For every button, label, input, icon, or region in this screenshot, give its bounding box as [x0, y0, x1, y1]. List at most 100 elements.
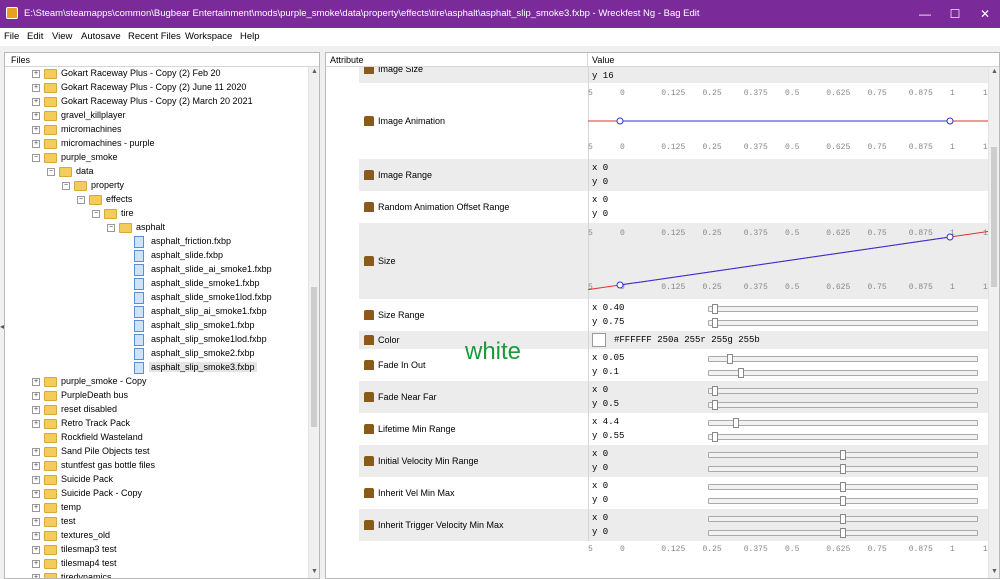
tree-folder[interactable]: + test — [32, 515, 302, 529]
y-slider[interactable] — [708, 432, 978, 442]
tree-folder[interactable]: − purple_smoke — [32, 151, 302, 165]
scroll-up-icon[interactable]: ▲ — [991, 68, 998, 75]
collapse-icon[interactable]: − — [77, 196, 85, 204]
expand-icon[interactable]: + — [32, 574, 40, 578]
tree-file[interactable]: asphalt_slip_smoke1.fxbp — [122, 319, 302, 333]
expand-icon[interactable]: + — [32, 476, 40, 484]
tree-folder[interactable]: + stuntfest gas bottle files — [32, 459, 302, 473]
collapse-icon[interactable]: − — [92, 210, 100, 218]
collapse-icon[interactable]: − — [62, 182, 70, 190]
x-value[interactable]: x 0 — [592, 163, 608, 173]
minimize-button[interactable]: — — [910, 4, 940, 24]
tree-file[interactable]: asphalt_slide_ai_smoke1.fxbp — [122, 263, 302, 277]
expand-icon[interactable]: + — [32, 546, 40, 554]
tree-folder[interactable]: + Gokart Raceway Plus - Copy (2) June 11 … — [32, 81, 302, 95]
slider-knob[interactable] — [737, 368, 744, 378]
slider-knob[interactable] — [840, 496, 846, 506]
tree-file[interactable]: asphalt_slide.fxbp — [122, 249, 302, 263]
menu-view[interactable]: View — [52, 31, 72, 42]
tree-folder[interactable]: + Sand Pile Objects test — [32, 445, 302, 459]
tree-folder[interactable]: + Gokart Raceway Plus - Copy (2) March 20… — [32, 95, 302, 109]
x-value[interactable]: x 0 — [592, 385, 608, 395]
expand-icon[interactable]: + — [32, 518, 40, 526]
close-button[interactable]: ✕ — [970, 4, 1000, 24]
tree-folder[interactable]: + reset disabled — [32, 403, 302, 417]
tree-folder[interactable]: + tiredynamics — [32, 571, 302, 578]
x-slider[interactable] — [708, 514, 978, 524]
expand-icon[interactable]: + — [32, 462, 40, 470]
slider-knob[interactable] — [711, 318, 718, 328]
x-value[interactable]: x 0 — [592, 481, 608, 491]
x-slider[interactable] — [708, 304, 978, 314]
slider-knob[interactable] — [711, 400, 718, 410]
y-value[interactable]: y 0.5 — [592, 399, 619, 409]
curve-editor[interactable] — [588, 223, 988, 299]
y-value[interactable]: y 0 — [592, 177, 608, 187]
menu-edit[interactable]: Edit — [27, 31, 43, 42]
y-value[interactable]: y 16 — [592, 71, 614, 81]
collapse-icon[interactable]: − — [107, 224, 115, 232]
tree-folder[interactable]: + Suicide Pack - Copy — [32, 487, 302, 501]
slider-knob[interactable] — [711, 386, 718, 396]
tree-folder[interactable]: + micromachines - purple — [32, 137, 302, 151]
expand-icon[interactable]: + — [32, 378, 40, 386]
curve-control-point[interactable] — [946, 233, 954, 241]
expand-icon[interactable]: + — [32, 98, 40, 106]
slider-knob[interactable] — [711, 432, 718, 442]
slider-knob[interactable] — [840, 482, 846, 492]
menu-help[interactable]: Help — [240, 31, 260, 42]
tree-file[interactable]: asphalt_slide_smoke1lod.fxbp — [122, 291, 302, 305]
tree-file[interactable]: asphalt_slip_ai_smoke1.fxbp — [122, 305, 302, 319]
tree-folder[interactable]: − data — [47, 165, 302, 179]
tree-folder[interactable]: − property — [62, 179, 302, 193]
y-value[interactable]: y 0.75 — [592, 317, 624, 327]
tree-folder[interactable]: + PurpleDeath bus — [32, 389, 302, 403]
curve-editor[interactable] — [588, 83, 988, 159]
tree-folder[interactable]: − asphalt — [107, 221, 302, 235]
expand-icon[interactable]: + — [32, 560, 40, 568]
expand-icon[interactable]: + — [32, 490, 40, 498]
collapse-icon[interactable]: − — [47, 168, 55, 176]
y-value[interactable]: y 0 — [592, 209, 608, 219]
slider-knob[interactable] — [727, 354, 734, 364]
tree-file[interactable]: asphalt_slide_smoke1.fxbp — [122, 277, 302, 291]
expand-icon[interactable]: + — [32, 84, 40, 92]
tree-folder[interactable]: + tilesmap3 test — [32, 543, 302, 557]
files-scrollbar[interactable]: ▲ ▼ — [308, 67, 319, 578]
y-value[interactable]: y 0.55 — [592, 431, 624, 441]
slider-knob[interactable] — [732, 418, 739, 428]
y-value[interactable]: y 0 — [592, 463, 608, 473]
color-swatch[interactable] — [592, 333, 606, 347]
x-slider[interactable] — [708, 450, 978, 460]
slider-knob[interactable] — [840, 528, 846, 538]
tree-folder[interactable]: − tire — [92, 207, 302, 221]
tree-folder[interactable]: + micromachines — [32, 123, 302, 137]
menu-workspace[interactable]: Workspace — [185, 31, 232, 42]
curve-control-point[interactable] — [946, 117, 954, 125]
scroll-up-icon[interactable]: ▲ — [311, 68, 318, 75]
tree-file[interactable]: asphalt_slip_smoke3.fxbp — [122, 361, 302, 375]
expand-icon[interactable]: + — [32, 70, 40, 78]
x-value[interactable]: x 0 — [592, 195, 608, 205]
tree-folder[interactable]: + Suicide Pack — [32, 473, 302, 487]
expand-icon[interactable]: + — [32, 448, 40, 456]
tree-folder[interactable]: + Gokart Raceway Plus - Copy (2) Feb 20 — [32, 67, 302, 81]
tree-file[interactable]: asphalt_slip_smoke1lod.fxbp — [122, 333, 302, 347]
scroll-thumb[interactable] — [991, 147, 997, 287]
tree-folder[interactable]: + tilesmap4 test — [32, 557, 302, 571]
y-slider[interactable] — [708, 464, 978, 474]
expand-icon[interactable]: + — [32, 112, 40, 120]
y-slider[interactable] — [708, 400, 978, 410]
tree-folder[interactable]: + temp — [32, 501, 302, 515]
properties-scrollbar[interactable]: ▲ ▼ — [988, 67, 999, 578]
y-slider[interactable] — [708, 496, 978, 506]
slider-knob[interactable] — [840, 450, 846, 460]
tree-folder[interactable]: + Retro Track Pack — [32, 417, 302, 431]
x-value[interactable]: x 0.05 — [592, 353, 624, 363]
y-slider[interactable] — [708, 318, 978, 328]
x-value[interactable]: x 4.4 — [592, 417, 619, 427]
y-slider[interactable] — [708, 528, 978, 538]
y-value[interactable]: y 0 — [592, 495, 608, 505]
expand-icon[interactable]: + — [32, 126, 40, 134]
expand-icon[interactable]: + — [32, 420, 40, 428]
